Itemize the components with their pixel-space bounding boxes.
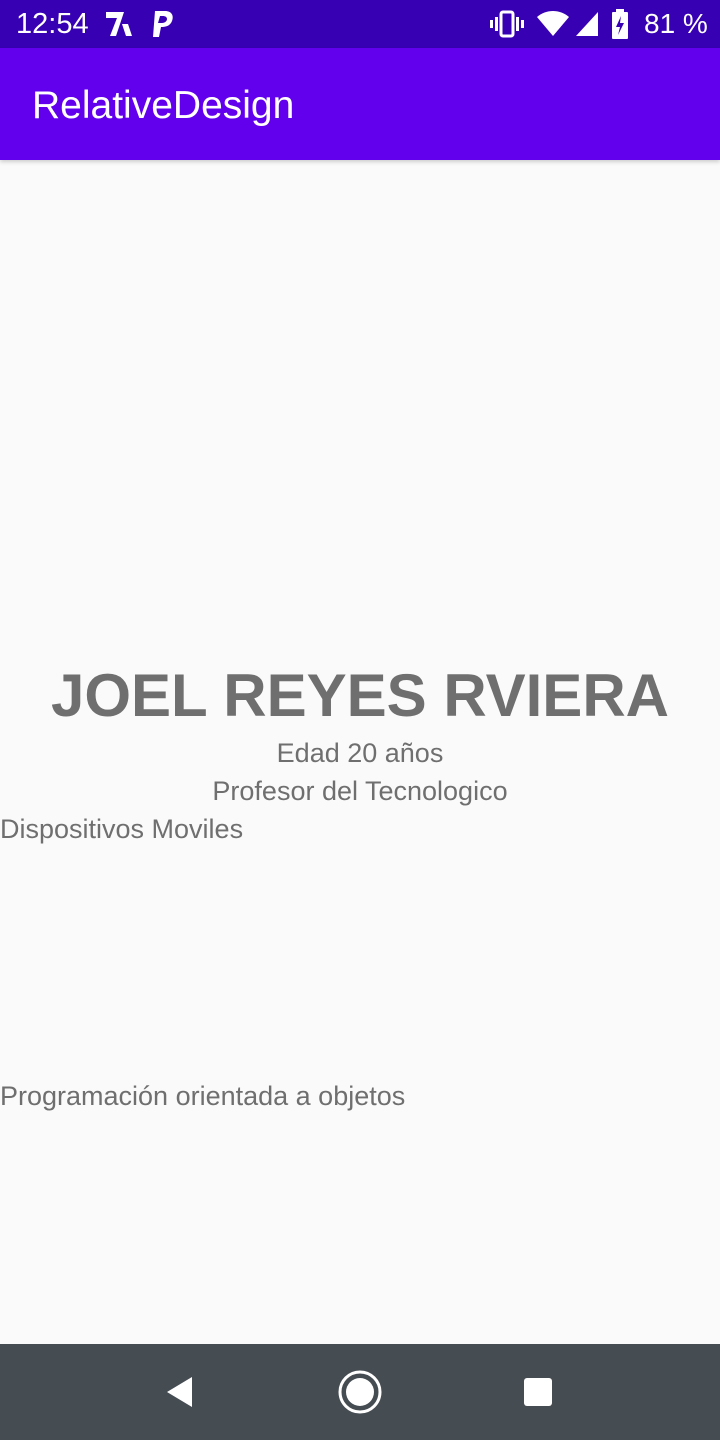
paypal-icon: [150, 8, 176, 40]
status-time: 12:54: [16, 8, 89, 40]
app-title: RelativeDesign: [32, 84, 295, 127]
recents-button[interactable]: [514, 1368, 562, 1416]
app-notification-icon: [104, 8, 138, 40]
course-mobile-devices: Dispositivos Moviles: [0, 814, 244, 844]
battery-charging-icon: [610, 8, 630, 40]
age-text: Edad 20 años: [276, 738, 444, 768]
vibrate-icon: [490, 8, 524, 40]
back-icon: [164, 1375, 196, 1409]
content-area: JOEL REYES RVIERA Edad 20 años Profesor …: [0, 160, 720, 1344]
battery-percent: 81 %: [644, 8, 708, 39]
app-bar: RelativeDesign: [0, 48, 720, 160]
status-bar: 12:54 81 %: [0, 0, 720, 48]
recents-icon: [522, 1376, 554, 1408]
name-heading: JOEL REYES RVIERA: [51, 662, 669, 729]
cell-signal-icon: [574, 8, 600, 40]
navigation-bar: [0, 1344, 720, 1440]
app-screen: 12:54 81 % RelativeDesign JOEL REYES RVI…: [0, 0, 720, 1440]
course-oop: Programación orientada a objetos: [0, 1081, 406, 1111]
wifi-icon: [536, 8, 570, 40]
home-icon: [337, 1369, 383, 1415]
back-button[interactable]: [156, 1368, 204, 1416]
role-text: Profesor del Tecnologico: [212, 776, 508, 806]
home-button[interactable]: [336, 1368, 384, 1416]
